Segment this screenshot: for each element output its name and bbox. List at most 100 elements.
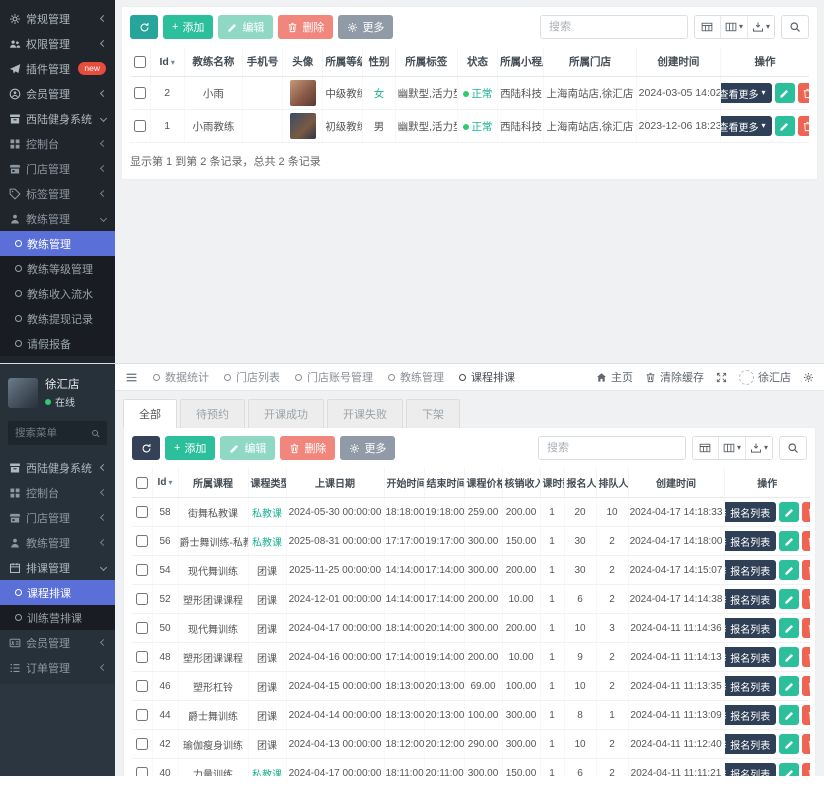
- delete-row-button[interactable]: [802, 589, 810, 609]
- refresh-button[interactable]: [132, 436, 160, 460]
- search-input[interactable]: [538, 436, 686, 460]
- edit-button[interactable]: 编辑: [218, 15, 273, 39]
- delete-row-button[interactable]: [798, 83, 809, 103]
- signup-list-button[interactable]: 报名列表: [724, 734, 776, 754]
- view-more-button[interactable]: 查看更多▾: [721, 83, 772, 103]
- delete-row-button[interactable]: [802, 531, 810, 551]
- row-checkbox[interactable]: [136, 622, 148, 634]
- sidebar-item-tags[interactable]: 标签管理: [0, 181, 115, 206]
- signup-list-button[interactable]: 报名列表: [724, 560, 776, 580]
- filter-tab-offline[interactable]: 下架: [406, 399, 460, 428]
- sidebar-item-coaches[interactable]: 教练管理: [0, 530, 115, 555]
- select-all-checkbox[interactable]: [134, 56, 146, 68]
- col-hours[interactable]: 课时数⇅: [540, 468, 564, 498]
- sidebar-item-console[interactable]: 控制台: [0, 131, 115, 156]
- signup-list-button[interactable]: 报名列表: [724, 763, 776, 776]
- row-checkbox[interactable]: [136, 564, 148, 576]
- signup-list-button[interactable]: 报名列表: [724, 589, 776, 609]
- delete-row-button[interactable]: [798, 116, 809, 136]
- edit-row-button[interactable]: [779, 763, 799, 776]
- signup-list-button[interactable]: 报名列表: [724, 705, 776, 725]
- user-profile[interactable]: 徐汇店 在线: [0, 364, 115, 419]
- delete-row-button[interactable]: [802, 705, 810, 725]
- sidebar-item-coach-withdrawals[interactable]: 教练提现记录: [0, 306, 115, 331]
- columns-toggle-button[interactable]: ▾: [719, 437, 746, 459]
- edit-row-button[interactable]: [779, 502, 799, 522]
- edit-row-button[interactable]: [779, 618, 799, 638]
- edit-row-button[interactable]: [779, 705, 799, 725]
- edit-row-button[interactable]: [779, 589, 799, 609]
- delete-row-button[interactable]: [802, 763, 810, 776]
- sidebar-item-camp-scheduling[interactable]: 训练营排课: [0, 605, 115, 630]
- delete-row-button[interactable]: [802, 618, 810, 638]
- col-signups[interactable]: 报名人数⇅: [564, 468, 596, 498]
- delete-row-button[interactable]: [802, 560, 810, 580]
- search-submit-button[interactable]: [779, 436, 807, 460]
- col-id[interactable]: Id▾: [152, 468, 178, 498]
- col-id[interactable]: Id▾: [150, 47, 184, 77]
- edit-row-button[interactable]: [779, 676, 799, 696]
- sidebar-item-members[interactable]: 会员管理: [0, 630, 115, 655]
- menu-toggle-button[interactable]: [125, 371, 138, 384]
- signup-list-button[interactable]: 报名列表: [724, 618, 776, 638]
- row-checkbox[interactable]: [136, 593, 148, 605]
- more-button[interactable]: 更多: [340, 436, 395, 460]
- sidebar-item-console[interactable]: 控制台: [0, 480, 115, 505]
- sidebar-item-fitness-system[interactable]: 西陆健身系统: [0, 106, 115, 131]
- add-button[interactable]: +添加: [163, 15, 213, 39]
- filter-tab-failed[interactable]: 开课失败: [327, 399, 403, 428]
- sidebar-item-members[interactable]: 会员管理: [0, 81, 115, 106]
- tab-course-scheduling[interactable]: 课程排课: [459, 369, 515, 385]
- delete-row-button[interactable]: [802, 647, 810, 667]
- refresh-button[interactable]: [130, 15, 158, 39]
- filter-tab-success[interactable]: 开课成功: [248, 399, 324, 428]
- edit-row-button[interactable]: [779, 531, 799, 551]
- sidebar-item-course-scheduling[interactable]: 课程排课: [0, 580, 115, 605]
- signup-list-button[interactable]: 报名列表: [724, 502, 776, 522]
- add-button[interactable]: +添加: [165, 436, 215, 460]
- delete-row-button[interactable]: [802, 734, 810, 754]
- sidebar-item-stores[interactable]: 门店管理: [0, 505, 115, 530]
- clear-cache-link[interactable]: 清除缓存: [645, 369, 704, 385]
- sidebar-item-general[interactable]: 常规管理: [0, 6, 115, 31]
- sidebar-item-scheduling[interactable]: 排课管理: [0, 555, 115, 580]
- edit-row-button[interactable]: [779, 734, 799, 754]
- edit-row-button[interactable]: [775, 116, 795, 136]
- view-more-button[interactable]: 查看更多▾: [721, 116, 772, 136]
- edit-button[interactable]: 编辑: [220, 436, 275, 460]
- sidebar-item-leave-requests[interactable]: 请假报备: [0, 331, 115, 356]
- sidebar-item-fitness-system[interactable]: 西陆健身系统: [0, 455, 115, 480]
- filter-tab-all[interactable]: 全部: [123, 399, 177, 428]
- row-checkbox[interactable]: [136, 738, 148, 750]
- user-menu[interactable]: 徐汇店: [739, 369, 791, 385]
- tab-coach-management[interactable]: 教练管理: [388, 369, 444, 385]
- export-button[interactable]: ▾: [746, 437, 772, 459]
- more-button[interactable]: 更多: [338, 15, 393, 39]
- table-view-button[interactable]: [693, 437, 719, 459]
- row-checkbox[interactable]: [134, 87, 146, 99]
- sidebar-item-coach-management[interactable]: 教练管理: [0, 231, 115, 256]
- row-checkbox[interactable]: [136, 680, 148, 692]
- col-queue[interactable]: 排队人数⇅: [596, 468, 628, 498]
- sidebar-item-permissions[interactable]: 权限管理: [0, 31, 115, 56]
- delete-button[interactable]: 删除: [280, 436, 335, 460]
- delete-row-button[interactable]: [802, 502, 810, 522]
- edit-row-button[interactable]: [775, 83, 795, 103]
- sidebar-item-stores[interactable]: 门店管理: [0, 156, 115, 181]
- row-checkbox[interactable]: [136, 506, 148, 518]
- settings-button[interactable]: [803, 372, 814, 383]
- select-all-checkbox[interactable]: [136, 477, 148, 489]
- row-checkbox[interactable]: [136, 767, 148, 776]
- edit-row-button[interactable]: [779, 560, 799, 580]
- row-checkbox[interactable]: [136, 709, 148, 721]
- tab-store-accounts[interactable]: 门店账号管理: [295, 369, 373, 385]
- delete-button[interactable]: 删除: [278, 15, 333, 39]
- search-input[interactable]: [540, 15, 688, 39]
- filter-tab-pending[interactable]: 待预约: [180, 399, 245, 428]
- signup-list-button[interactable]: 报名列表: [724, 676, 776, 696]
- sidebar-item-coach-income[interactable]: 教练收入流水: [0, 281, 115, 306]
- fullscreen-button[interactable]: [716, 372, 727, 383]
- row-checkbox[interactable]: [136, 651, 148, 663]
- tab-store-list[interactable]: 门店列表: [224, 369, 280, 385]
- search-submit-button[interactable]: [781, 15, 809, 39]
